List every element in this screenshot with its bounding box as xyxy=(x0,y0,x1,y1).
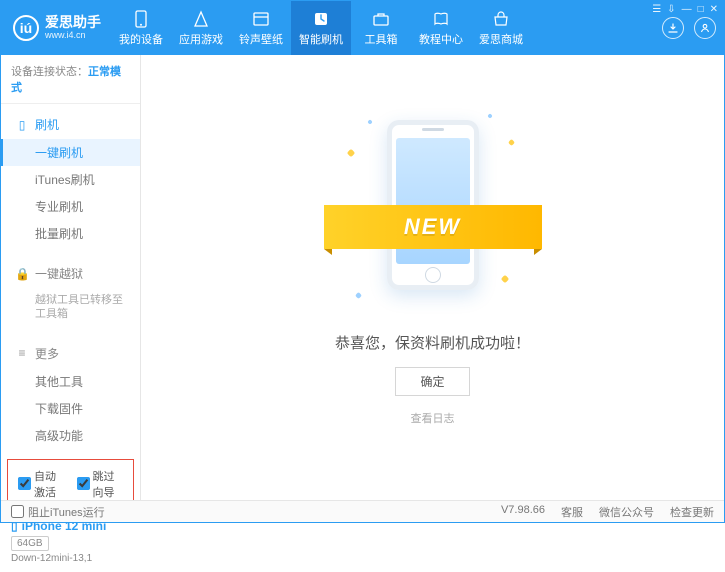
sidebar-item-batch[interactable]: 批量刷机 xyxy=(1,220,140,247)
checkbox-skip-guide[interactable]: 跳过向导 xyxy=(77,468,124,500)
check-update-link[interactable]: 检查更新 xyxy=(670,504,714,520)
nav-tutorials[interactable]: 教程中心 xyxy=(411,1,471,55)
wechat-link[interactable]: 微信公众号 xyxy=(599,504,654,520)
jailbreak-note: 越狱工具已转移至工具箱 xyxy=(1,288,140,327)
sidebar-item-itunes[interactable]: iTunes刷机 xyxy=(1,166,140,193)
minimize-icon[interactable]: — xyxy=(682,4,692,15)
nav-my-device[interactable]: 我的设备 xyxy=(111,1,171,55)
sidebar: 设备连接状态：正常模式 ▯刷机 一键刷机 iTunes刷机 专业刷机 批量刷机 … xyxy=(1,55,141,500)
sidebar-item-oneclick[interactable]: 一键刷机 xyxy=(1,139,140,166)
section-flash[interactable]: ▯刷机 xyxy=(1,110,140,139)
app-logo: iú 爱思助手 www.i4.cn xyxy=(1,1,111,55)
app-url: www.i4.cn xyxy=(45,31,101,41)
menu-icon[interactable]: ☰ xyxy=(652,4,661,15)
section-more[interactable]: ≡更多 xyxy=(1,339,140,368)
lock-icon[interactable]: ⇩ xyxy=(667,4,675,15)
app-header: iú 爱思助手 www.i4.cn 我的设备 应用游戏 铃声壁纸 智能刷机 工具… xyxy=(1,1,724,55)
sidebar-item-pro[interactable]: 专业刷机 xyxy=(1,193,140,220)
version-label: V7.98.66 xyxy=(501,504,545,520)
book-icon xyxy=(432,10,450,28)
success-message: 恭喜您，保资料刷机成功啦！ xyxy=(335,332,530,353)
main-content: NEW 恭喜您，保资料刷机成功啦！ 确定 查看日志 xyxy=(141,55,724,500)
checkbox-block-itunes[interactable]: 阻止iTunes运行 xyxy=(11,504,105,520)
sidebar-item-other[interactable]: 其他工具 xyxy=(1,368,140,395)
new-ribbon: NEW xyxy=(324,205,542,249)
download-button[interactable] xyxy=(662,17,684,39)
checkbox-auto-activate[interactable]: 自动激活 xyxy=(18,468,65,500)
flash-icon xyxy=(312,10,330,28)
nav-apps[interactable]: 应用游戏 xyxy=(171,1,231,55)
status-bar: 阻止iTunes运行 V7.98.66 客服 微信公众号 检查更新 xyxy=(1,500,724,522)
sidebar-item-advanced[interactable]: 高级功能 xyxy=(1,422,140,449)
phone-icon xyxy=(132,10,150,28)
app-name: 爱思助手 xyxy=(45,15,101,30)
device-model: Down-12mini-13,1 xyxy=(11,553,130,564)
nav-toolbox[interactable]: 工具箱 xyxy=(351,1,411,55)
sidebar-item-download[interactable]: 下载固件 xyxy=(1,395,140,422)
device-capacity: 64GB xyxy=(11,536,49,551)
support-link[interactable]: 客服 xyxy=(561,504,583,520)
window-controls: ☰ ⇩ — □ ✕ xyxy=(652,4,718,15)
main-nav: 我的设备 应用游戏 铃声壁纸 智能刷机 工具箱 教程中心 爱思商城 xyxy=(111,1,531,55)
view-log-link[interactable]: 查看日志 xyxy=(411,410,455,426)
maximize-icon[interactable]: □ xyxy=(698,4,704,15)
more-icon: ≡ xyxy=(15,346,29,360)
connection-status: 设备连接状态：正常模式 xyxy=(1,55,140,104)
nav-flash[interactable]: 智能刷机 xyxy=(291,1,351,55)
close-icon[interactable]: ✕ xyxy=(710,4,718,15)
ok-button[interactable]: 确定 xyxy=(395,367,469,396)
section-jailbreak[interactable]: 🔒一键越狱 xyxy=(1,259,140,288)
nav-ringtones[interactable]: 铃声壁纸 xyxy=(231,1,291,55)
wallpaper-icon xyxy=(252,10,270,28)
toolbox-icon xyxy=(372,10,390,28)
phone-small-icon: ▯ xyxy=(15,118,29,132)
lock-small-icon: 🔒 xyxy=(15,267,29,281)
success-illustration: NEW xyxy=(348,110,518,310)
nav-store[interactable]: 爱思商城 xyxy=(471,1,531,55)
user-button[interactable] xyxy=(694,17,716,39)
store-icon xyxy=(492,10,510,28)
apps-icon xyxy=(192,10,210,28)
logo-icon: iú xyxy=(13,15,39,41)
